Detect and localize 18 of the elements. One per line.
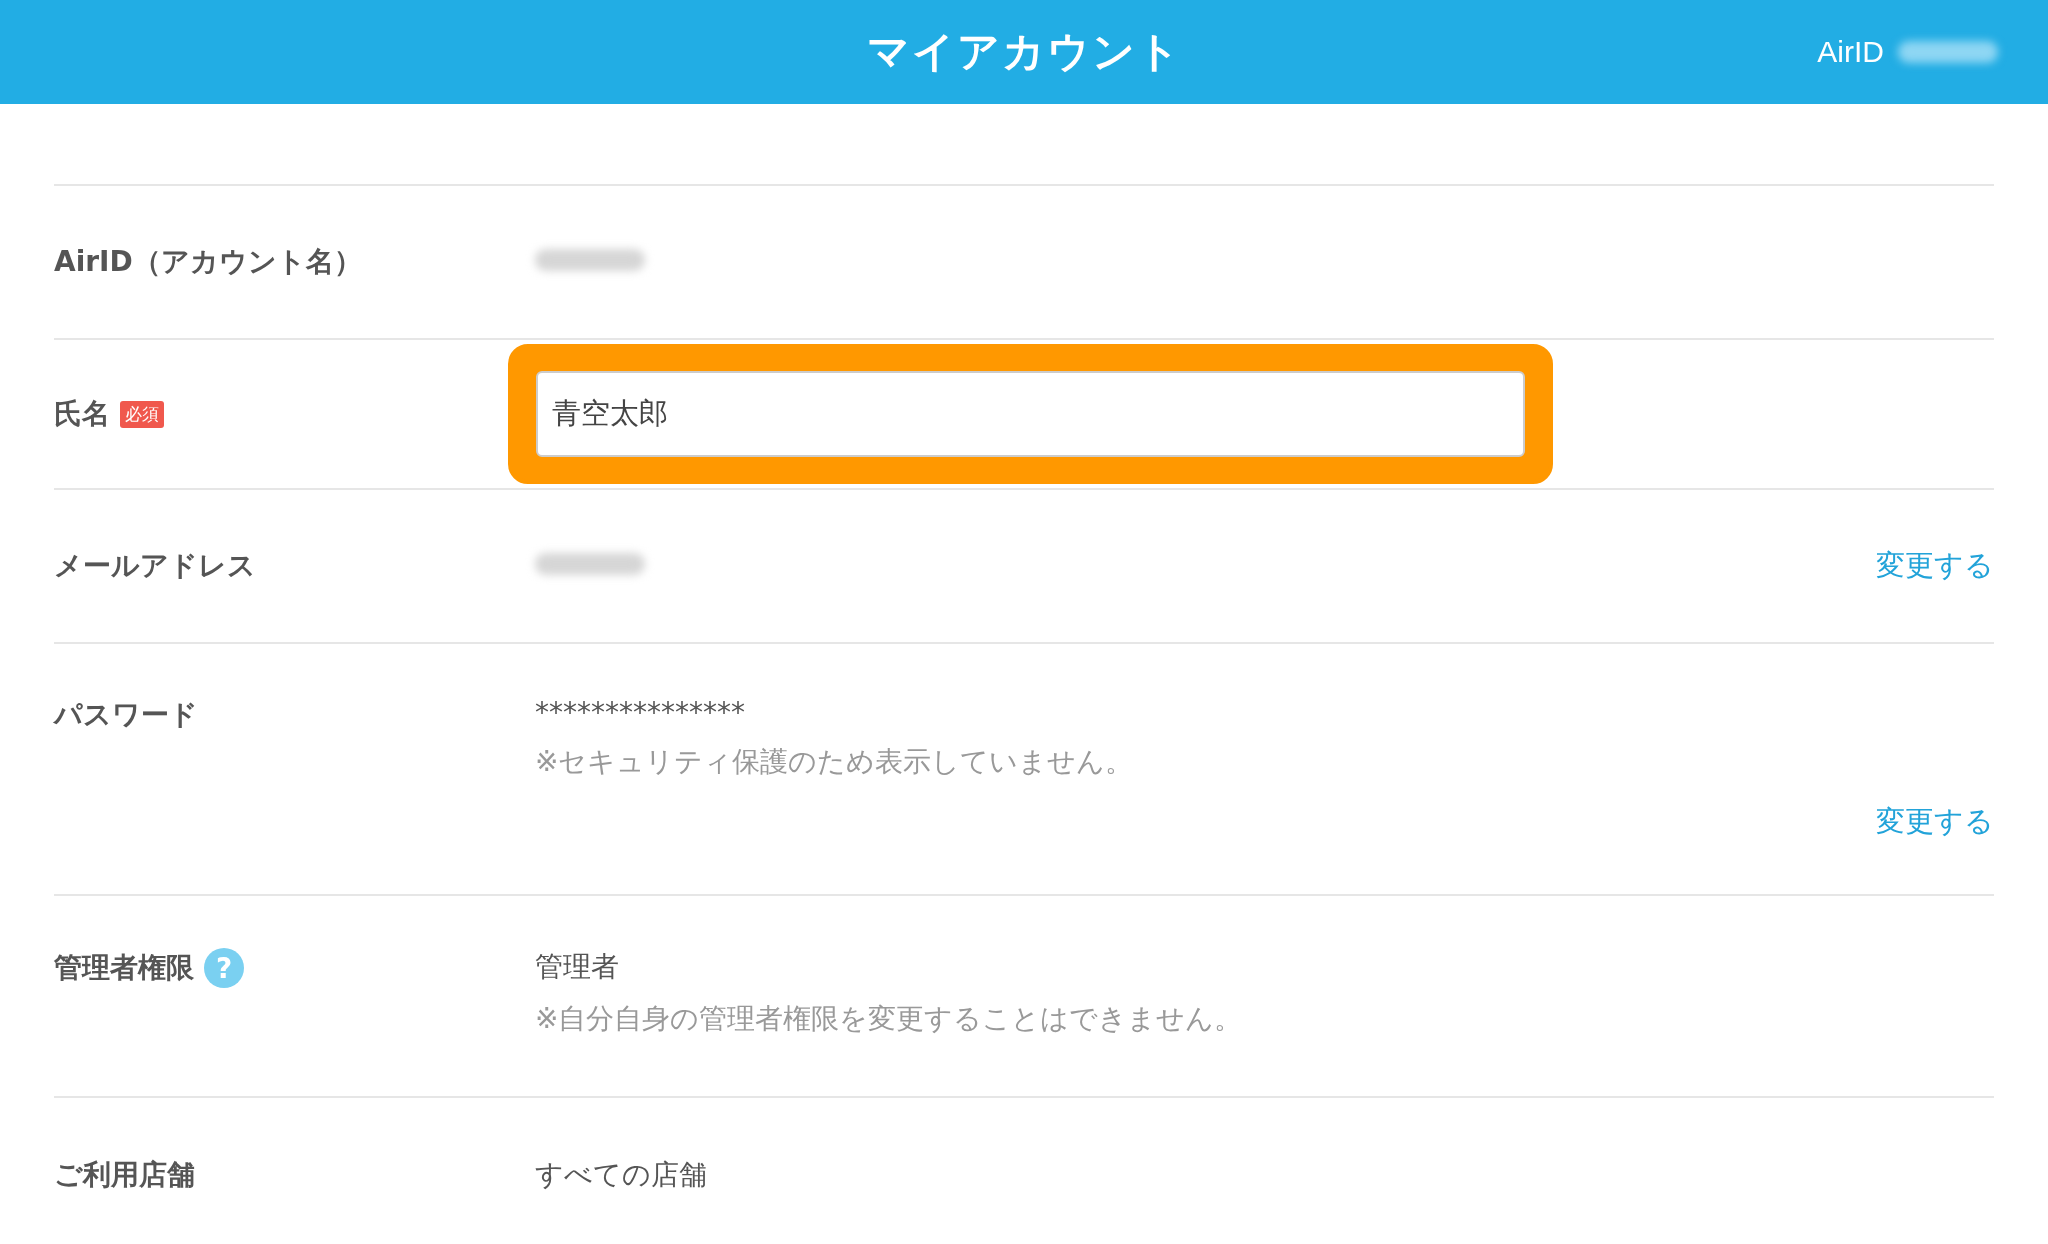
name-input[interactable]: 青空太郎 [536,371,1525,457]
change-link[interactable]: 変更する [1876,546,1994,586]
field-label: AirID（アカウント名） [54,244,362,280]
field-value: 管理者 [535,949,620,985]
note-text: ※セキュリティ保護のため表示していません。 [535,744,1135,780]
change-link[interactable]: 変更する [1876,802,1994,842]
field-label: メールアドレス [54,548,256,584]
field-label: パスワード [54,697,198,733]
help-icon[interactable]: ? [204,948,244,988]
account-label: AirID [1817,35,1884,69]
note-text: ※自分自身の管理者権限を変更することはできません。 [535,1001,1244,1037]
field-label: 管理者権限 [54,950,194,986]
field-value: すべての店舗 [535,1158,707,1191]
field-label: ご利用店舗 [54,1157,195,1193]
field-label: 氏名 [54,396,110,432]
page-title: マイアカウント [866,26,1182,78]
field-value: *************** [535,696,746,729]
required-badge: 必須 [120,400,164,428]
